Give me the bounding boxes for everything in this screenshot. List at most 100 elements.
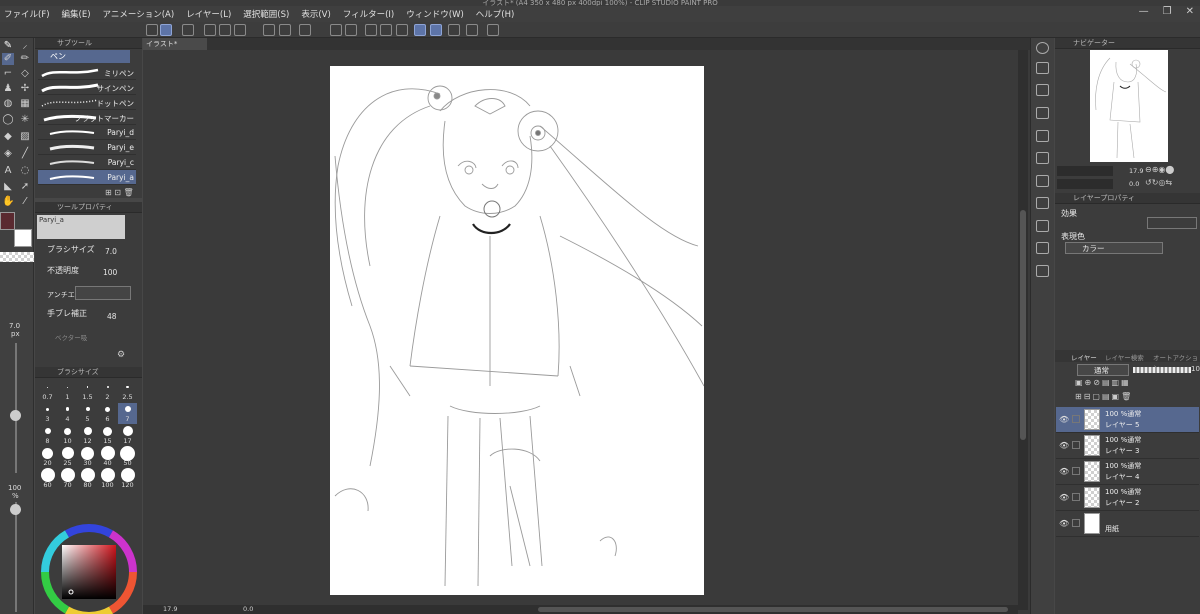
open-file-icon[interactable] — [219, 24, 231, 36]
menu-edit[interactable]: 編集(E) — [62, 8, 91, 20]
smartphone-icon[interactable] — [487, 24, 499, 36]
brush-size-cell[interactable]: 6 — [98, 403, 117, 424]
brush-item[interactable]: Paryi_c — [38, 155, 136, 170]
layer-opacity-slider[interactable] — [1133, 367, 1191, 373]
brush-size-cell[interactable]: 40 — [98, 446, 117, 468]
brush-size-cell[interactable]: 70 — [58, 468, 77, 490]
zoom-readout[interactable]: 17.9 — [163, 605, 177, 613]
download-icon[interactable] — [1036, 265, 1049, 277]
subtool-actions[interactable]: ⊞ ⊡ 🗑 — [105, 188, 134, 197]
operation-tool-icon[interactable]: ◣ — [2, 181, 14, 193]
save-icon[interactable] — [234, 24, 246, 36]
brush-item-selected[interactable]: Paryi_a — [38, 170, 136, 185]
navigator-rotate-buttons[interactable]: ↺↻◎⇆ — [1145, 178, 1172, 187]
dropper-tool-icon[interactable]: ⁄ — [19, 196, 31, 208]
brush-size-cell[interactable]: 4 — [58, 403, 77, 424]
size-slider-handle[interactable] — [10, 410, 21, 421]
snap-ruler-icon[interactable] — [414, 24, 426, 36]
brush-size-cell[interactable]: 2.5 — [118, 381, 137, 402]
canvas-paper[interactable] — [330, 66, 705, 595]
main-color-swatch[interactable] — [0, 212, 15, 230]
opacity-prop-value[interactable]: 100 — [103, 268, 117, 277]
navigator-zoom[interactable]: 17.9 — [1129, 167, 1143, 175]
tablet-icon[interactable] — [466, 24, 478, 36]
layer-row[interactable]: 👁 100 %通常 レイヤー 4 — [1056, 459, 1199, 485]
eyedropper-icon[interactable]: ⸝ — [19, 40, 31, 52]
brush-size-cell[interactable]: 60 — [38, 468, 57, 490]
stabilization-value[interactable]: 48 — [107, 312, 117, 321]
brush-item[interactable]: Paryi_d — [38, 125, 136, 140]
lock-toggle[interactable] — [1072, 441, 1080, 449]
size-slider-track[interactable] — [15, 343, 17, 473]
gallery-icon[interactable] — [1036, 197, 1049, 209]
brush-size-cell[interactable]: 3 — [38, 403, 57, 424]
angle-readout[interactable]: 0.0 — [243, 605, 253, 613]
menu-window[interactable]: ウィンドウ(W) — [406, 8, 464, 20]
line-tool-icon[interactable]: ╱ — [19, 148, 31, 160]
snap-special-ruler-icon[interactable] — [430, 24, 442, 36]
lock-toggle[interactable] — [1072, 519, 1080, 527]
antialias-selector[interactable] — [75, 286, 131, 300]
move-tool-icon[interactable]: ➚ — [19, 181, 31, 193]
layer-row[interactable]: 👁 100 %通常 レイヤー 2 — [1056, 485, 1199, 511]
settings-icon[interactable]: ⚙ — [117, 350, 125, 360]
hand-tool-icon[interactable]: ✋ — [2, 196, 14, 208]
effect-buttons[interactable] — [1147, 217, 1197, 229]
navigator-preview[interactable] — [1090, 50, 1168, 162]
brush-size-cell[interactable]: 1 — [58, 381, 77, 402]
redo-icon[interactable] — [279, 24, 291, 36]
gradient-tool-icon[interactable]: ▨ — [19, 131, 31, 143]
transform-icon[interactable] — [345, 24, 357, 36]
auto-select-icon[interactable]: ✳ — [19, 114, 31, 126]
layer-row[interactable]: 👁 100 %通常 レイヤー 3 — [1056, 433, 1199, 459]
brush-size-cell[interactable]: 50 — [118, 445, 137, 468]
brush-item[interactable]: ドットペン — [38, 95, 136, 110]
eye-icon[interactable]: 👁 — [1059, 493, 1069, 502]
grid-tool-icon[interactable]: ▦ — [19, 98, 31, 110]
brush-item[interactable]: Paryi_e — [38, 140, 136, 155]
vertical-scrollbar[interactable] — [1018, 50, 1028, 610]
opacity-slider-track[interactable] — [15, 502, 17, 612]
horizontal-scrollbar[interactable]: 17.9 0.0 — [143, 605, 1018, 614]
brush-size-value[interactable]: 7.0 — [105, 247, 117, 256]
navigator-angle[interactable]: 0.0 — [1129, 180, 1139, 188]
deselect-icon[interactable] — [365, 24, 377, 36]
lock-toggle[interactable] — [1072, 415, 1080, 423]
pencil-tool-icon[interactable]: ✏ — [19, 53, 31, 65]
layer-row[interactable]: 👁 100 %通常 レイヤー 5 — [1056, 407, 1199, 433]
image-icon[interactable] — [1036, 175, 1049, 187]
brush-tool-icon[interactable]: ⌐ — [2, 68, 14, 80]
close-icon[interactable]: ✕ — [1186, 6, 1194, 17]
brush-size-cell[interactable]: 0.7 — [38, 381, 57, 402]
brush-size-cell[interactable]: 100 — [98, 468, 117, 490]
layer-toolbar[interactable]: ▣⊕⊘▤▥▦ — [1075, 378, 1195, 390]
eye-icon[interactable]: 👁 — [1059, 519, 1069, 528]
maximize-icon[interactable]: ❐ — [1163, 6, 1172, 17]
opacity-slider-handle[interactable] — [10, 504, 21, 515]
menu-animation[interactable]: アニメーション(A) — [103, 8, 175, 20]
minimize-icon[interactable]: — — [1139, 6, 1149, 17]
navigator-rotate-slider[interactable] — [1057, 179, 1113, 189]
blend-mode-select[interactable]: 通常 — [1077, 364, 1129, 376]
text-tool-icon[interactable]: A — [2, 165, 14, 177]
brush-size-cell[interactable]: 12 — [78, 425, 97, 446]
transparent-color-swatch[interactable] — [0, 252, 34, 262]
tab-layer-search[interactable]: レイヤー検索 — [1105, 352, 1144, 362]
brush-item[interactable]: ミリペン — [38, 65, 136, 80]
brush-size-cell[interactable]: 5 — [78, 403, 97, 424]
tab-layer[interactable]: レイヤー — [1071, 352, 1097, 362]
balloon-tool-icon[interactable]: ◌ — [19, 165, 31, 177]
brush-size-cell[interactable]: 8 — [38, 425, 57, 446]
brush-size-cell[interactable]: 17 — [118, 425, 137, 446]
zoom-icon[interactable]: ✎ — [2, 40, 14, 52]
material-icon[interactable] — [1036, 84, 1049, 96]
fill-tool-icon[interactable]: ◆ — [2, 131, 14, 143]
lock-toggle[interactable] — [1072, 467, 1080, 475]
brush-size-cell[interactable]: 10 — [58, 425, 77, 446]
menu-selection[interactable]: 選択範囲(S) — [243, 8, 289, 20]
brush-size-cell[interactable]: 15 — [98, 425, 117, 446]
pen-tool-icon[interactable]: ✐ — [2, 53, 14, 65]
cross-panel-icon[interactable] — [1036, 62, 1049, 74]
figure-tool-icon[interactable]: ◈ — [2, 148, 14, 160]
history-icon[interactable] — [1036, 130, 1049, 142]
